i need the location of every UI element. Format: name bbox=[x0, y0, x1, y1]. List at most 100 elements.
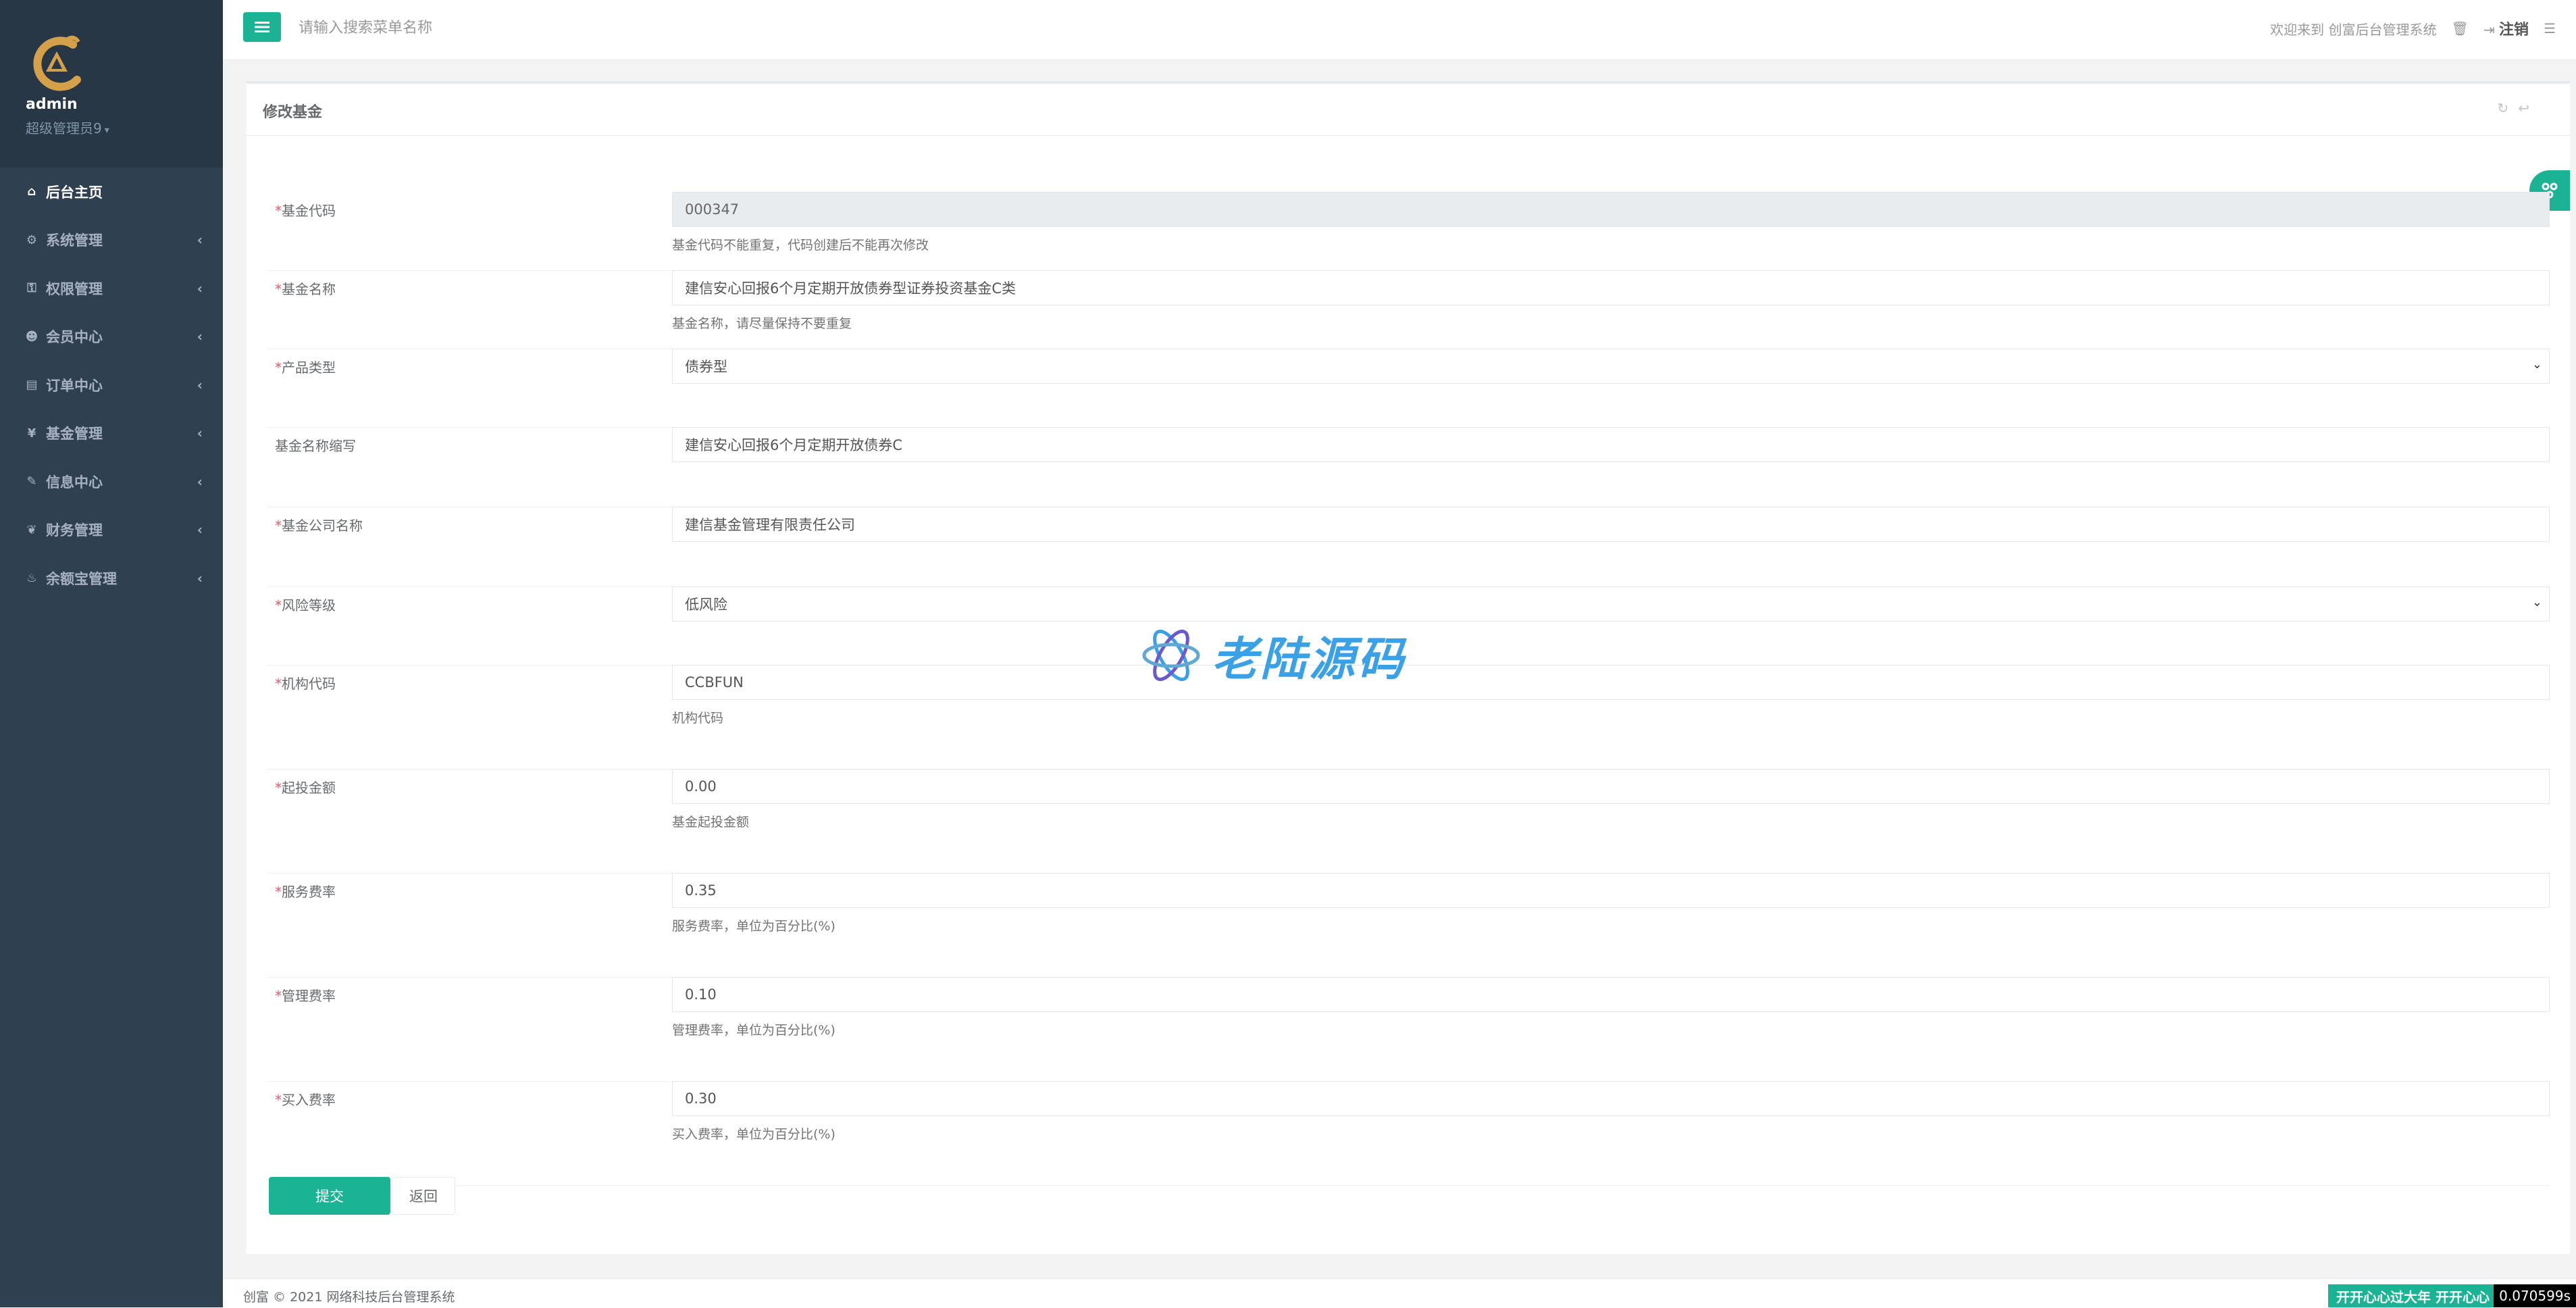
festival-badge: 开开心心过大年 开开心心 bbox=[2328, 1284, 2498, 1307]
chevron-left-icon: ‹ bbox=[197, 473, 203, 490]
logout-link[interactable]: ⇥ 注销 bbox=[2483, 18, 2529, 39]
field-label: *基金名称 bbox=[275, 278, 336, 298]
top-right-links: 欢迎来到 创富后台管理系统 🗑 ⇥ 注销 ☰ bbox=[2270, 18, 2556, 39]
form-row: *买入费率 0.30 买入费率，单位为百分比(%) bbox=[267, 1081, 2550, 1186]
footer: 创富 © 2021 网络科技后台管理系统 开开心心过大年 开开心心 0.0705… bbox=[223, 1278, 2576, 1308]
required-marker: * bbox=[275, 676, 282, 692]
field-value: 0.00 bbox=[685, 778, 717, 795]
copyright-text: 创富 © 2021 网络科技后台管理系统 bbox=[243, 1290, 455, 1305]
field-value: 建信安心回报6个月定期开放债券型证券投资基金C类 bbox=[685, 280, 1016, 297]
field-value: 建信基金管理有限责任公司 bbox=[685, 517, 855, 533]
field-label: *起投金额 bbox=[275, 777, 336, 797]
sidebar: admin 超级管理员9 ▾ ⌂ 后台主页 ⚙ 系统管理 ‹ ⚿ 权限管理 ‹ ☻ 会员中心 ‹ ▤ 订单… bbox=[0, 0, 223, 1307]
back-button[interactable]: 返回 bbox=[392, 1177, 455, 1215]
help-text: 基金名称，请尽量保持不要重复 bbox=[672, 316, 852, 331]
sidebar-item-7[interactable]: ❦ 财务管理 ‹ bbox=[0, 506, 223, 555]
refresh-icon[interactable]: ↻ bbox=[2497, 100, 2508, 116]
caret-down-icon: ▾ bbox=[104, 125, 109, 136]
text-field[interactable]: 建信基金管理有限责任公司 bbox=[672, 507, 2550, 542]
field-label-text: 基金代码 bbox=[282, 203, 336, 219]
welcome-text: 欢迎来到 创富后台管理系统 bbox=[2270, 21, 2437, 38]
gears-icon: ⚙ bbox=[26, 232, 38, 247]
text-field: 000347 bbox=[672, 192, 2550, 227]
panel-tools: ↻ ↩ bbox=[2497, 100, 2529, 116]
field-value: 债券型 bbox=[685, 359, 727, 375]
user-icon: ☻ bbox=[25, 329, 38, 344]
wrench-icon: ✎ bbox=[26, 474, 37, 489]
required-marker: * bbox=[275, 281, 282, 297]
form-row: *基金公司名称 建信基金管理有限责任公司 bbox=[267, 507, 2550, 587]
help-text: 服务费率，单位为百分比(%) bbox=[672, 919, 835, 934]
help-text: 机构代码 bbox=[672, 711, 724, 726]
yen-icon: ¥ bbox=[27, 426, 36, 441]
sidebar-item-label: 订单中心 bbox=[46, 377, 103, 394]
form-row: *产品类型 债券型 ⌄ bbox=[267, 349, 2550, 428]
sidebar-item-8[interactable]: ♨ 余额宝管理 ‹ bbox=[0, 554, 223, 603]
sidebar-item-1[interactable]: ⚙ 系统管理 ‹ bbox=[0, 216, 223, 265]
sidebar-item-label: 后台主页 bbox=[46, 184, 103, 201]
form-row: *基金代码 000347 基金代码不能重复，代码创建后不能再次修改 bbox=[267, 192, 2550, 271]
user-role-label: 超级管理员9 bbox=[26, 120, 102, 136]
text-field[interactable]: 0.00 bbox=[672, 769, 2550, 804]
user-role-dropdown[interactable]: 超级管理员9 ▾ bbox=[26, 118, 109, 137]
form-row: *管理费率 0.10 管理费率，单位为百分比(%) bbox=[267, 977, 2550, 1082]
text-field[interactable]: 建信安心回报6个月定期开放债券型证券投资基金C类 bbox=[672, 270, 2550, 305]
home-icon: ⌂ bbox=[27, 184, 36, 199]
text-field[interactable]: 0.35 bbox=[672, 873, 2550, 908]
key-icon: ⚿ bbox=[27, 281, 36, 296]
sidebar-item-6[interactable]: ✎ 信息中心 ‹ bbox=[0, 457, 223, 506]
sidebar-item-label: 权限管理 bbox=[46, 280, 103, 297]
form-row: *服务费率 0.35 服务费率，单位为百分比(%) bbox=[267, 873, 2550, 978]
menu-toggle-button[interactable] bbox=[243, 12, 281, 42]
field-label-text: 机构代码 bbox=[282, 676, 336, 692]
text-field[interactable]: CCBFUN bbox=[672, 665, 2550, 700]
text-field[interactable]: 0.10 bbox=[672, 977, 2550, 1012]
sidebar-item-5[interactable]: ¥ 基金管理 ‹ bbox=[0, 409, 223, 458]
sidebar-item-0[interactable]: ⌂ 后台主页 bbox=[0, 168, 223, 216]
form-row: *风险等级 低风险 ⌄ bbox=[267, 586, 2550, 665]
field-value: 低风险 bbox=[685, 597, 727, 613]
text-field[interactable]: 建信安心回报6个月定期开放债券C bbox=[672, 427, 2550, 462]
help-text: 管理费率，单位为百分比(%) bbox=[672, 1023, 835, 1038]
sidebar-item-3[interactable]: ☻ 会员中心 ‹ bbox=[0, 313, 223, 361]
watermark-text: 老陆源码 bbox=[1212, 633, 1407, 686]
atom-logo-icon bbox=[1142, 629, 1200, 681]
field-label-text: 基金名称缩写 bbox=[275, 438, 356, 454]
required-marker: * bbox=[275, 597, 282, 613]
chevron-left-icon: ‹ bbox=[197, 280, 203, 297]
chevron-left-icon: ‹ bbox=[197, 425, 203, 442]
select-field[interactable]: 低风险 ⌄ bbox=[672, 586, 2550, 622]
select-field[interactable]: 债券型 ⌄ bbox=[672, 349, 2550, 384]
search-input[interactable] bbox=[297, 12, 638, 43]
page-timer: 0.070599s bbox=[2494, 1284, 2576, 1307]
field-label: *买入费率 bbox=[275, 1089, 336, 1109]
chevron-down-icon: ⌄ bbox=[2531, 595, 2542, 609]
required-marker: * bbox=[275, 359, 282, 376]
sign-out-icon: ⇥ bbox=[2483, 22, 2495, 38]
sidebar-item-2[interactable]: ⚿ 权限管理 ‹ bbox=[0, 264, 223, 313]
submit-button[interactable]: 提交 bbox=[269, 1177, 390, 1215]
tasks-icon[interactable]: ☰ bbox=[2544, 20, 2556, 36]
logo-icon bbox=[33, 35, 81, 91]
sidebar-item-label: 系统管理 bbox=[46, 232, 103, 249]
field-value: 0.30 bbox=[685, 1090, 717, 1107]
form-row: *机构代码 CCBFUN 机构代码 bbox=[267, 665, 2550, 770]
back-icon[interactable]: ↩ bbox=[2518, 100, 2529, 116]
field-label: *基金公司名称 bbox=[275, 515, 363, 534]
profile-panel: admin 超级管理员9 ▾ bbox=[0, 0, 223, 168]
required-marker: * bbox=[275, 884, 282, 900]
help-text: 基金起投金额 bbox=[672, 815, 750, 830]
required-marker: * bbox=[275, 518, 282, 534]
field-label: 基金名称缩写 bbox=[275, 435, 356, 455]
field-label: *管理费率 bbox=[275, 985, 336, 1005]
leaf-icon: ❦ bbox=[26, 522, 37, 537]
watermark: 老陆源码 bbox=[1140, 622, 1406, 688]
sidebar-item-4[interactable]: ▤ 订单中心 ‹ bbox=[0, 361, 223, 409]
field-label-text: 基金公司名称 bbox=[282, 518, 363, 534]
user-name[interactable]: admin bbox=[26, 96, 78, 113]
text-field[interactable]: 0.30 bbox=[672, 1081, 2550, 1116]
chevron-left-icon: ‹ bbox=[197, 232, 203, 249]
form-row: *起投金额 0.00 基金起投金额 bbox=[267, 769, 2550, 874]
field-label-text: 基金名称 bbox=[282, 281, 336, 297]
trash-icon[interactable]: 🗑 bbox=[2452, 20, 2469, 36]
